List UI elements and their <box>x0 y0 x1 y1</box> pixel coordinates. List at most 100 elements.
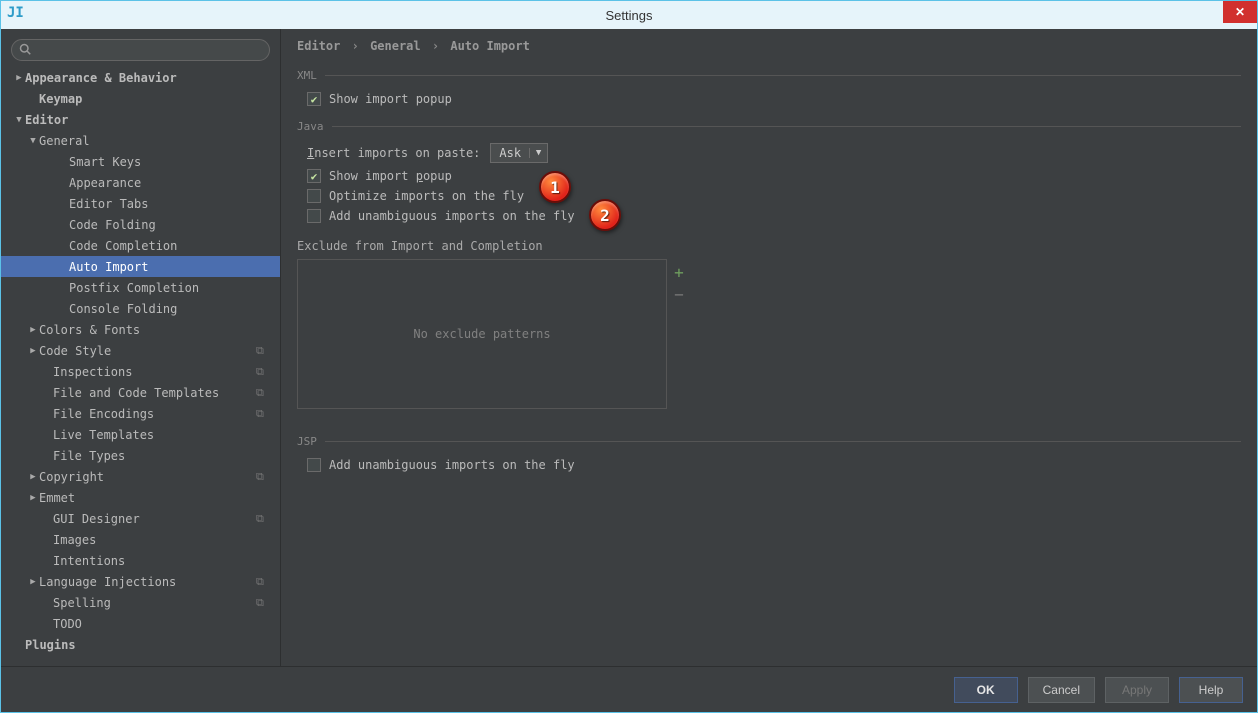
app-icon: JI <box>7 5 27 25</box>
sidebar-item-file-encodings[interactable]: File Encodings ⧉ <box>1 403 280 424</box>
sidebar-item-inspections[interactable]: Inspections ⧉ <box>1 361 280 382</box>
sidebar-item-appearance[interactable]: Appearance <box>1 172 280 193</box>
help-button[interactable]: Help <box>1179 677 1243 703</box>
chevron-right-icon: ▶ <box>27 346 39 356</box>
jsp-unambiguous-row: Add unambiguous imports on the fly <box>307 458 1241 472</box>
xml-show-import-popup-checkbox[interactable] <box>307 92 321 106</box>
sidebar-item-smart-keys[interactable]: Smart Keys <box>1 151 280 172</box>
sidebar-item-label: Postfix Completion <box>69 281 199 295</box>
close-button[interactable]: ✕ <box>1223 1 1257 23</box>
sidebar-item-auto-import[interactable]: Auto Import <box>1 256 280 277</box>
chevron-right-icon: ▶ <box>27 472 39 482</box>
exclude-placeholder: No exclude patterns <box>413 327 550 341</box>
sidebar-item-console-folding[interactable]: Console Folding <box>1 298 280 319</box>
sidebar-item-intentions[interactable]: Intentions <box>1 550 280 571</box>
breadcrumb-part: Auto Import <box>450 39 529 53</box>
sidebar-item-code-style[interactable]: ▶Code Style ⧉ <box>1 340 280 361</box>
sidebar-item-label: Colors & Fonts <box>39 323 140 337</box>
project-scope-icon: ⧉ <box>256 407 270 421</box>
java-insert-row: Insert imports on paste: Ask ▼ <box>307 143 1241 163</box>
sidebar-item-plugins[interactable]: Plugins <box>1 634 280 655</box>
java-insert-label: Insert imports on paste: <box>307 146 480 160</box>
jsp-unambiguous-checkbox[interactable] <box>307 458 321 472</box>
sidebar-item-label: File and Code Templates <box>53 386 219 400</box>
java-insert-select[interactable]: Ask ▼ <box>490 143 548 163</box>
sidebar-item-language-injections[interactable]: ▶Language Injections ⧉ <box>1 571 280 592</box>
sidebar-item-label: Language Injections <box>39 575 176 589</box>
jsp-unambiguous-label: Add unambiguous imports on the fly <box>329 458 575 472</box>
java-optimize-checkbox[interactable] <box>307 189 321 203</box>
java-show-import-popup-row: Show import popup <box>307 169 1241 183</box>
sidebar-item-label: Live Templates <box>53 428 154 442</box>
sidebar-item-appearance-behavior[interactable]: ▶Appearance & Behavior <box>1 67 280 88</box>
breadcrumb-part: General <box>370 39 421 53</box>
sidebar-item-editor[interactable]: ▼Editor <box>1 109 280 130</box>
project-scope-icon: ⧉ <box>256 512 270 526</box>
java-show-import-popup-checkbox[interactable] <box>307 169 321 183</box>
chevron-right-icon: ▶ <box>13 73 25 83</box>
sidebar-item-images[interactable]: Images <box>1 529 280 550</box>
sidebar-item-label: Appearance & Behavior <box>25 71 177 85</box>
exclude-remove-button[interactable]: − <box>670 285 688 303</box>
sidebar-item-label: General <box>39 134 90 148</box>
sidebar-item-label: Emmet <box>39 491 75 505</box>
sidebar-item-gui-designer[interactable]: GUI Designer⧉ <box>1 508 280 529</box>
cancel-button[interactable]: Cancel <box>1028 677 1095 703</box>
exclude-add-button[interactable]: + <box>670 263 688 281</box>
project-scope-icon: ⧉ <box>256 470 270 484</box>
sidebar-item-label: Console Folding <box>69 302 177 316</box>
sidebar-item-general[interactable]: ▼General <box>1 130 280 151</box>
chevron-down-icon: ▼ <box>13 115 25 125</box>
xml-show-import-popup-label: Show import popup <box>329 92 452 106</box>
exclude-title: Exclude from Import and Completion <box>297 239 1241 253</box>
project-scope-icon: ⧉ <box>256 575 270 589</box>
sidebar-item-emmet[interactable]: ▶Emmet <box>1 487 280 508</box>
java-unambiguous-row: Add unambiguous imports on the fly 2 <box>307 209 1241 223</box>
sidebar-item-file-and-code-templates[interactable]: File and Code Templates ⧉ <box>1 382 280 403</box>
ok-button[interactable]: OK <box>954 677 1018 703</box>
sidebar-item-code-folding[interactable]: Code Folding <box>1 214 280 235</box>
minus-icon: − <box>674 285 684 304</box>
chevron-right-icon: ▶ <box>27 325 39 335</box>
sidebar-item-code-completion[interactable]: Code Completion <box>1 235 280 256</box>
sidebar-item-editor-tabs[interactable]: Editor Tabs <box>1 193 280 214</box>
sidebar-item-label: Spelling <box>53 596 111 610</box>
section-title: XML <box>297 69 317 82</box>
sidebar-item-label: TODO <box>53 617 82 631</box>
java-unambiguous-checkbox[interactable] <box>307 209 321 223</box>
sidebar-item-spelling[interactable]: Spelling⧉ <box>1 592 280 613</box>
sidebar-item-postfix-completion[interactable]: Postfix Completion <box>1 277 280 298</box>
sidebar-item-colors-fonts[interactable]: ▶Colors & Fonts <box>1 319 280 340</box>
sidebar-item-live-templates[interactable]: Live Templates <box>1 424 280 445</box>
footer: OK Cancel Apply Help <box>1 666 1257 712</box>
sidebar-item-keymap[interactable]: Keymap <box>1 88 280 109</box>
chevron-right-icon: ▶ <box>27 577 39 587</box>
apply-button[interactable]: Apply <box>1105 677 1169 703</box>
project-scope-icon: ⧉ <box>256 386 270 400</box>
sidebar-item-label: Copyright <box>39 470 104 484</box>
exclude-list[interactable]: No exclude patterns <box>297 259 667 409</box>
sidebar-item-file-types[interactable]: File Types <box>1 445 280 466</box>
section-jsp: JSP <box>297 435 1241 448</box>
sidebar-item-label: Code Completion <box>69 239 177 253</box>
sidebar-item-label: Auto Import <box>69 260 148 274</box>
sidebar-item-copyright[interactable]: ▶Copyright ⧉ <box>1 466 280 487</box>
xml-show-import-popup-row: Show import popup <box>307 92 1241 106</box>
sidebar-item-todo[interactable]: TODO <box>1 613 280 634</box>
settings-tree[interactable]: ▶Appearance & BehaviorKeymap▼Editor▼Gene… <box>1 67 280 666</box>
java-insert-value: Ask <box>491 146 529 160</box>
sidebar-item-label: Inspections <box>53 365 132 379</box>
search-input[interactable] <box>11 39 270 61</box>
project-scope-icon: ⧉ <box>256 365 270 379</box>
section-title: Java <box>297 120 324 133</box>
sidebar-item-label: File Encodings <box>53 407 154 421</box>
java-optimize-row: Optimize imports on the fly 1 <box>307 189 1241 203</box>
chevron-down-icon: ▼ <box>529 148 547 158</box>
sidebar-item-label: File Types <box>53 449 125 463</box>
sidebar-item-label: Code Style <box>39 344 111 358</box>
project-scope-icon: ⧉ <box>256 344 270 358</box>
exclude-box: No exclude patterns + − <box>297 259 1241 409</box>
sidebar-item-label: Intentions <box>53 554 125 568</box>
annotation-2: 2 <box>589 199 621 231</box>
chevron-right-icon: ▶ <box>27 493 39 503</box>
